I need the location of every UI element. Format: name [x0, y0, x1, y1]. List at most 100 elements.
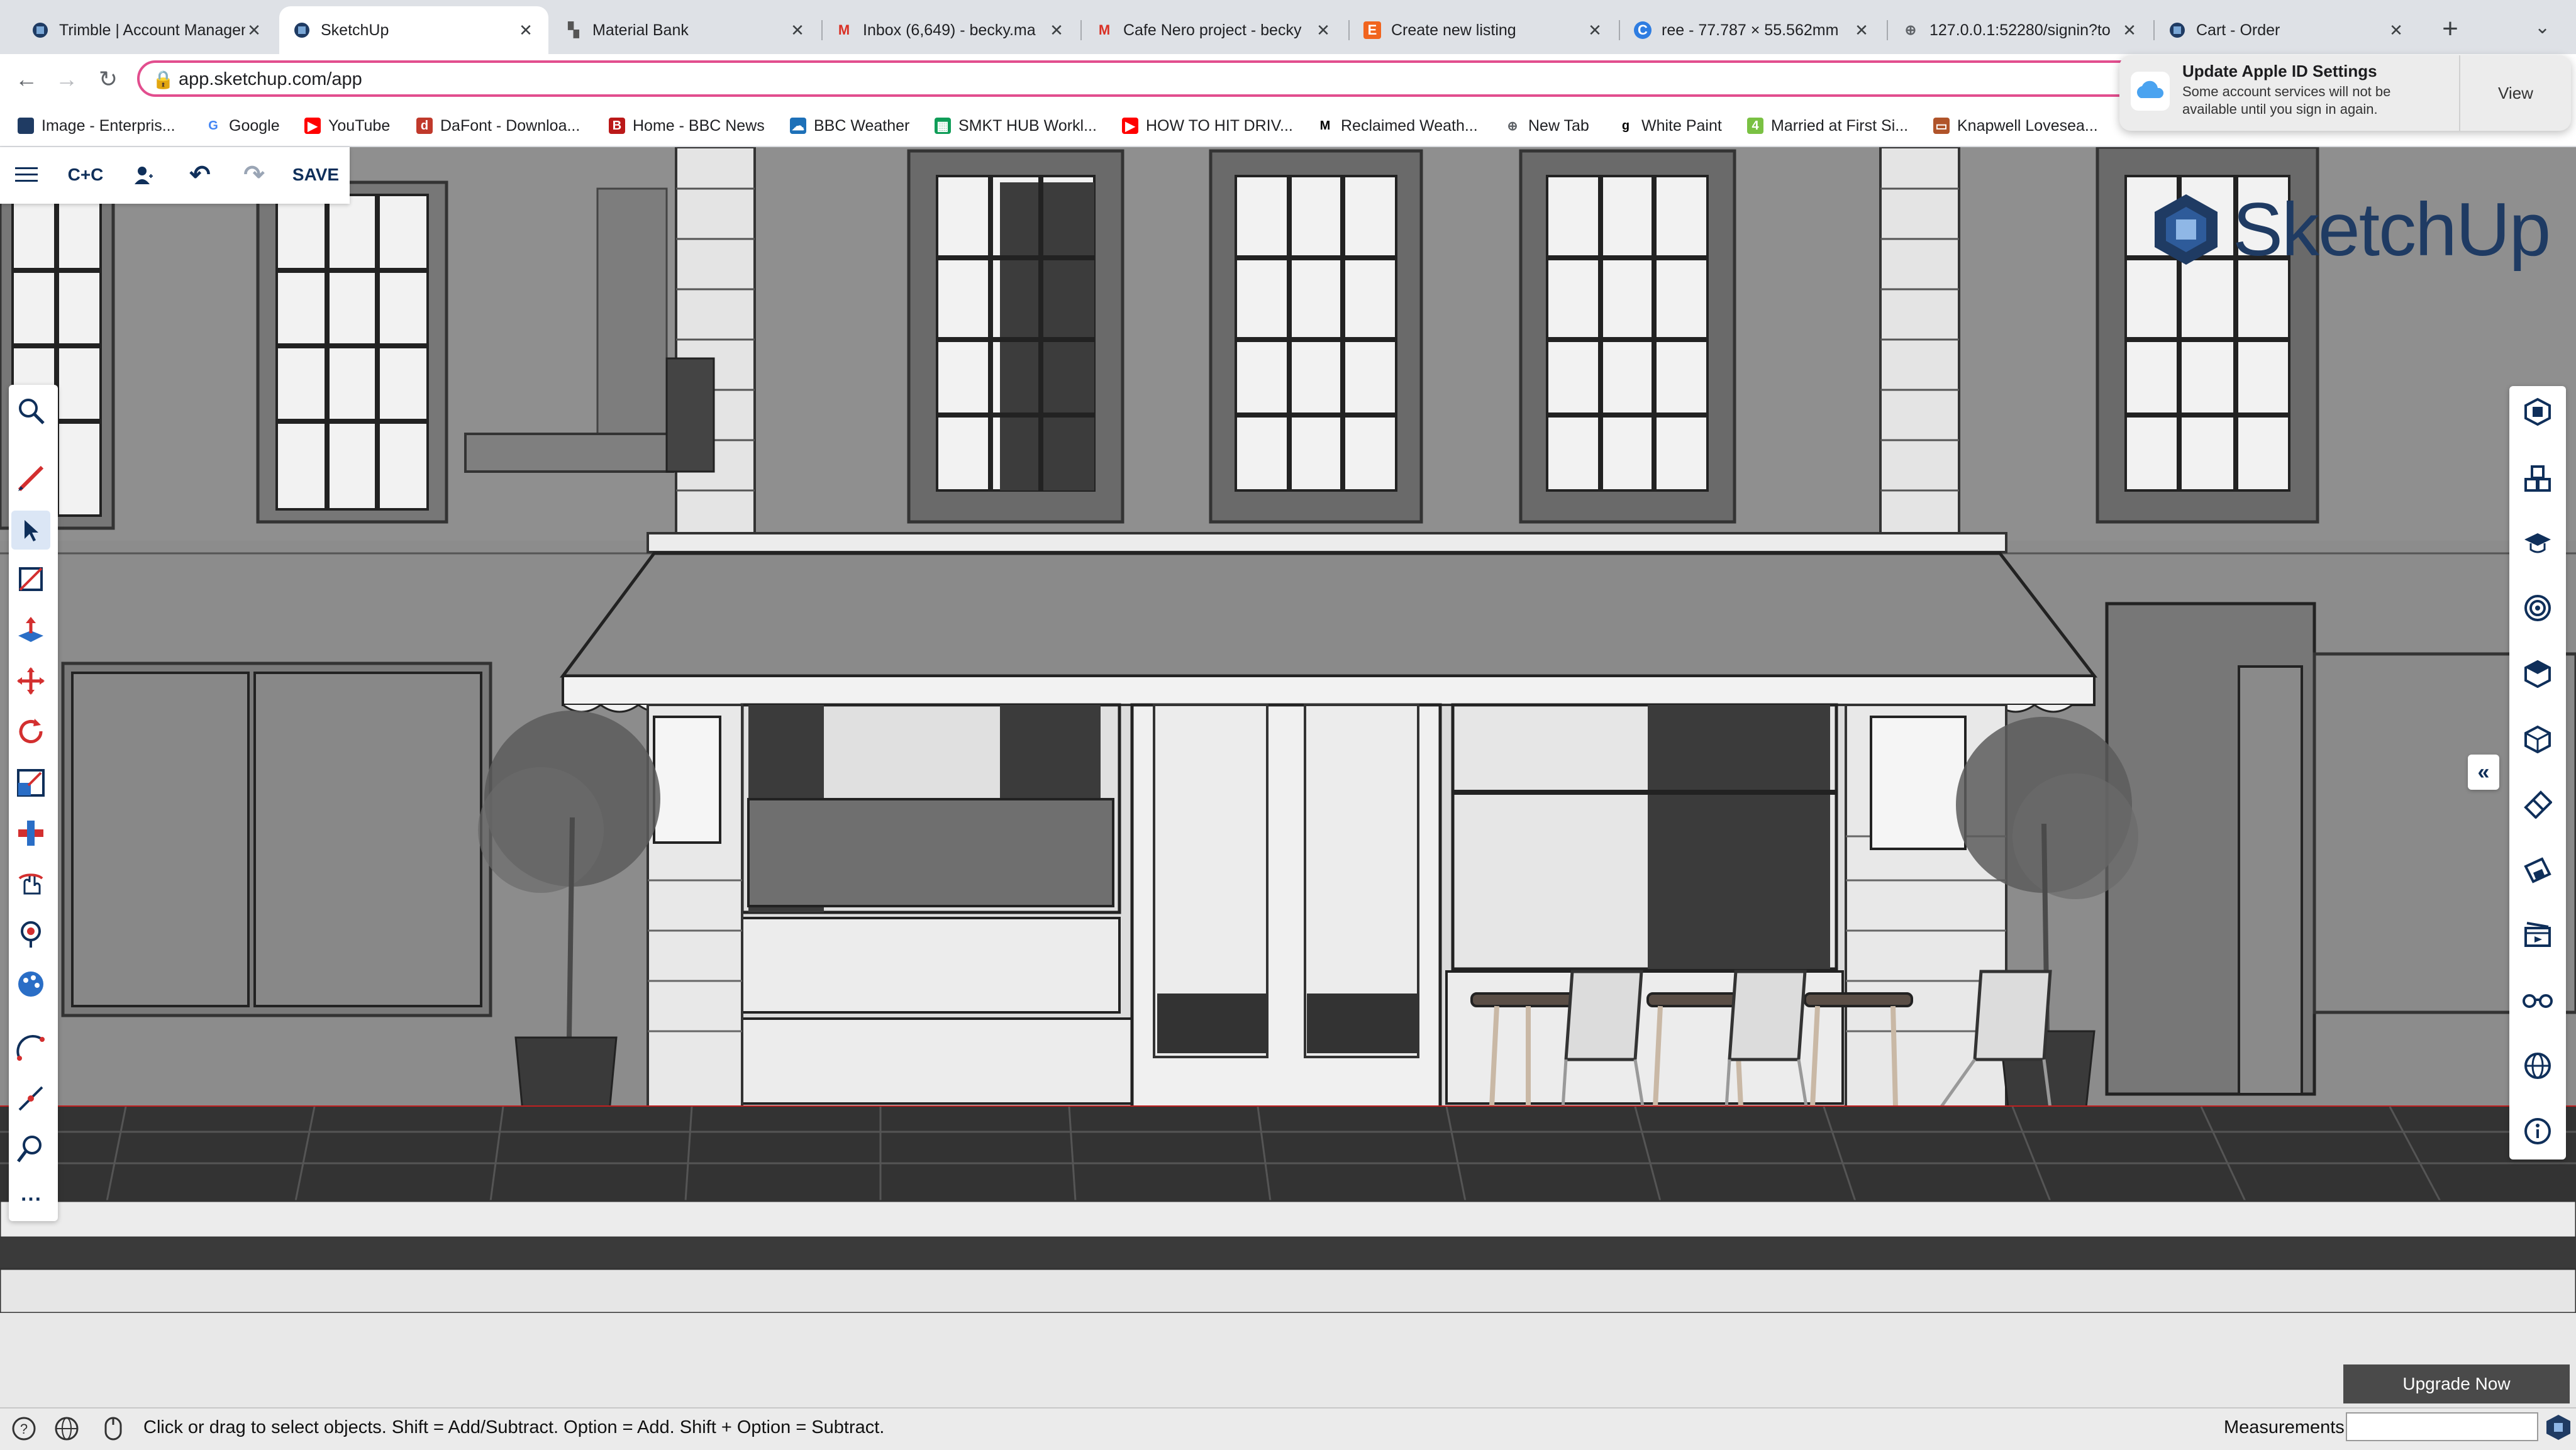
- bookmark-item[interactable]: Image - Enterpris...: [18, 113, 175, 138]
- close-icon[interactable]: ✕: [2121, 21, 2138, 40]
- close-icon[interactable]: ✕: [1853, 21, 1870, 40]
- bookmark-label: DaFont - Downloa...: [440, 116, 580, 135]
- bookmark-item[interactable]: ▶ HOW TO HIT DRIV...: [1122, 113, 1293, 138]
- tab-gmail-inbox[interactable]: M Inbox (6,649) - becky.ma ✕: [821, 6, 1079, 54]
- scenes-icon[interactable]: [2518, 719, 2557, 758]
- bookmark-item[interactable]: 4 Married at First Si...: [1747, 113, 1908, 138]
- copy-button[interactable]: C+C: [60, 158, 111, 191]
- select-icon[interactable]: [11, 511, 50, 550]
- tab-gmail-cafe-nero[interactable]: M Cafe Nero project - becky ✕: [1082, 6, 1346, 54]
- search-icon[interactable]: [11, 391, 50, 430]
- bookmark-item[interactable]: ▶ YouTube: [304, 113, 390, 138]
- display-icon[interactable]: [2518, 981, 2557, 1020]
- pencil-icon[interactable]: [11, 459, 50, 498]
- bookmark-label: White Paint: [1641, 116, 1722, 135]
- tab-material-bank[interactable]: ▚ Material Bank ✕: [551, 6, 820, 54]
- info-icon[interactable]: [2518, 1112, 2557, 1151]
- close-icon[interactable]: ✕: [2387, 21, 2405, 40]
- close-icon[interactable]: ✕: [245, 21, 263, 40]
- orbit-icon[interactable]: [11, 864, 50, 903]
- right-panel-toolbar: [2509, 386, 2566, 1159]
- status-hint-text: Click or drag to select objects. Shift =…: [143, 1417, 885, 1437]
- lock-icon[interactable]: 🔒: [152, 69, 174, 90]
- save-button[interactable]: SAVE: [288, 158, 343, 191]
- chevron-down-icon[interactable]: ⌄: [2534, 16, 2550, 38]
- bookmark-item[interactable]: g White Paint: [1618, 113, 1722, 138]
- close-icon[interactable]: ✕: [1586, 21, 1604, 40]
- icloud-icon: [2131, 72, 2170, 111]
- entity-info-icon[interactable]: [2518, 392, 2557, 431]
- close-icon[interactable]: ✕: [1314, 21, 1332, 40]
- push-pull-icon[interactable]: [11, 611, 50, 650]
- help-icon[interactable]: ?: [11, 1416, 36, 1441]
- tab-label: 127.0.0.1:52280/signin?to: [1929, 21, 2111, 39]
- bookmark-label: BBC Weather: [814, 116, 910, 135]
- collapse-panel-button[interactable]: «: [2468, 755, 2499, 790]
- back-button[interactable]: ←: [10, 63, 43, 96]
- address-bar[interactable]: 🔒 app.sketchup.com/app: [137, 60, 2426, 97]
- bookmark-item[interactable]: ☁ BBC Weather: [790, 113, 909, 138]
- arc-icon[interactable]: [11, 1029, 50, 1068]
- bookmark-item[interactable]: M Reclaimed Weath...: [1317, 113, 1478, 138]
- hamburger-icon[interactable]: [10, 158, 43, 191]
- material-bank-icon: ▚: [568, 22, 579, 38]
- follow-me-icon[interactable]: [11, 814, 50, 853]
- tab-etsy-listing[interactable]: E Create new listing ✕: [1350, 6, 1618, 54]
- notification-view-button[interactable]: View: [2460, 55, 2571, 131]
- globe-icon[interactable]: [2518, 1046, 2557, 1085]
- bookmark-item[interactable]: B Home - BBC News: [609, 113, 765, 138]
- bookmark-item[interactable]: ⊕ New Tab: [1504, 113, 1589, 138]
- measurements-label: Measurements: [2224, 1417, 2345, 1437]
- goodreads-icon: g: [1621, 118, 1630, 133]
- rectangle-icon[interactable]: [11, 560, 50, 599]
- url-text: app.sketchup.com/app: [179, 69, 362, 89]
- tab-cart-order[interactable]: Cart - Order ✕: [2155, 6, 2419, 54]
- paint-bucket-icon[interactable]: [11, 914, 50, 953]
- rotate-icon[interactable]: [11, 712, 50, 751]
- redo-icon[interactable]: ↷: [236, 158, 272, 191]
- tab-canva[interactable]: C ree - 77.787 × 55.562mm ✕: [1620, 6, 1884, 54]
- globe-icon[interactable]: [54, 1416, 79, 1441]
- paint-icon[interactable]: [11, 965, 50, 1004]
- bookmark-item[interactable]: d DaFont - Downloa...: [416, 113, 580, 138]
- bookmark-item[interactable]: ▦ SMKT HUB Workl...: [935, 113, 1097, 138]
- bookmark-item[interactable]: G Google: [205, 113, 279, 138]
- undo-icon[interactable]: ↶: [182, 158, 218, 191]
- close-icon[interactable]: ✕: [1048, 21, 1065, 40]
- channel4-icon: 4: [1747, 118, 1763, 134]
- styles-icon[interactable]: [2518, 654, 2557, 693]
- globe-icon: ⊕: [1904, 22, 1917, 38]
- materials-icon[interactable]: [2518, 589, 2557, 628]
- tags-icon[interactable]: [2518, 850, 2557, 889]
- model-viewport[interactable]: [0, 147, 2576, 1407]
- tab-trimble-account[interactable]: Trimble | Account Management ✕: [18, 6, 277, 54]
- measurements-input[interactable]: [2346, 1412, 2538, 1441]
- svg-text:?: ?: [20, 1421, 28, 1437]
- line-icon[interactable]: [11, 1079, 50, 1118]
- reload-button[interactable]: ↻: [92, 63, 125, 96]
- more-icon[interactable]: ⋯: [11, 1180, 50, 1219]
- move-icon[interactable]: [11, 661, 50, 700]
- animation-icon[interactable]: [2518, 916, 2557, 955]
- forward-button[interactable]: →: [50, 63, 83, 96]
- eraser-icon[interactable]: [2518, 785, 2557, 824]
- google-icon: G: [208, 118, 218, 133]
- bookmark-label: Image - Enterpris...: [42, 116, 175, 135]
- tab-sketchup[interactable]: SketchUp ✕: [279, 6, 548, 54]
- upgrade-now-button[interactable]: Upgrade Now: [2343, 1364, 2570, 1403]
- bookmark-label: HOW TO HIT DRIV...: [1146, 116, 1293, 135]
- mouse-icon[interactable]: [101, 1416, 126, 1441]
- apple-id-notification[interactable]: Update Apple ID Settings Some account se…: [2119, 55, 2571, 131]
- notification-title: Update Apple ID Settings: [2182, 62, 2377, 80]
- scale-icon[interactable]: [11, 763, 50, 802]
- instructor-icon[interactable]: [2518, 523, 2557, 562]
- new-tab-button[interactable]: +: [2434, 13, 2467, 45]
- bookmark-item[interactable]: ▭ Knapwell Lovesea...: [1933, 113, 2098, 138]
- sketchup-icon: [2546, 1415, 2570, 1440]
- close-icon[interactable]: ✕: [789, 21, 806, 40]
- close-icon[interactable]: ✕: [517, 21, 535, 40]
- tab-localhost-signin[interactable]: ⊕ 127.0.0.1:52280/signin?to ✕: [1888, 6, 2152, 54]
- user-icon[interactable]: [126, 158, 161, 191]
- components-icon[interactable]: [2518, 459, 2557, 498]
- zoom-icon[interactable]: [11, 1129, 50, 1168]
